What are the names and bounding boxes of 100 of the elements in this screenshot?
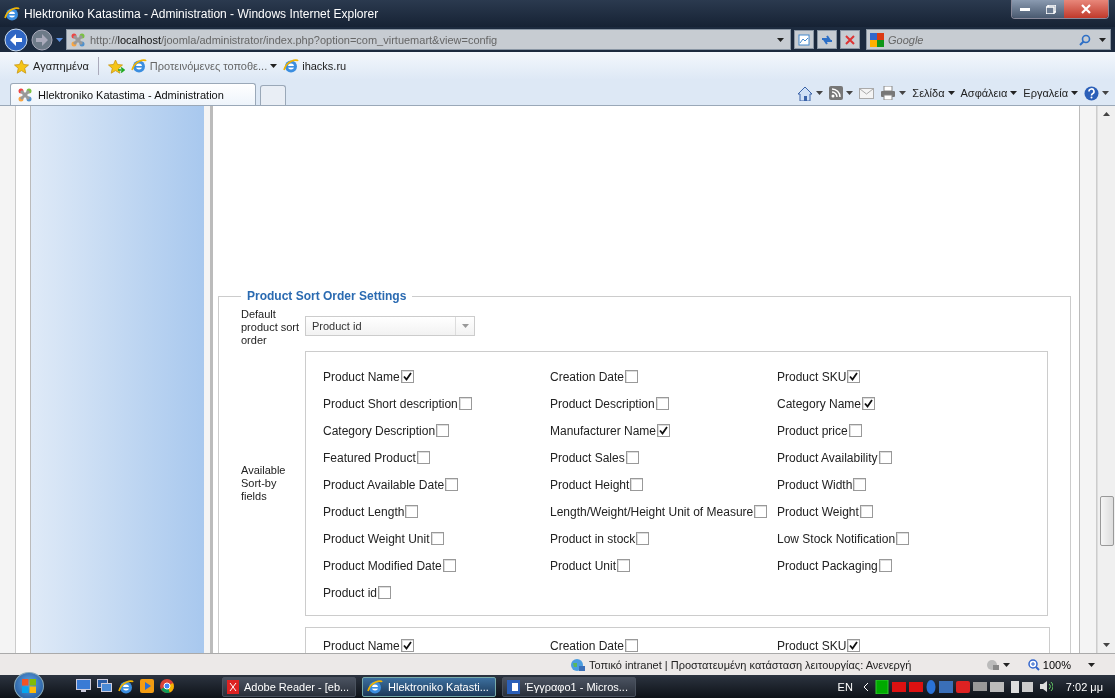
field-label: Length/Weight/Height Unit of Measure	[550, 504, 754, 519]
section-legend: Product Sort Order Settings	[241, 289, 413, 303]
favorites-button[interactable]: Αγαπημένα	[14, 58, 89, 74]
taskbar-window-button[interactable]: Adobe Reader - [eb...	[222, 676, 356, 697]
language-indicator[interactable]: EN	[837, 680, 853, 693]
taskbar-window-button[interactable]: Έγγραφο1 - Micros...	[502, 676, 636, 697]
help-button[interactable]	[1084, 85, 1109, 101]
zoom-button[interactable]: 100%	[1021, 658, 1115, 671]
field-label: Product Sales	[550, 450, 625, 465]
caret-icon[interactable]	[1102, 91, 1109, 95]
checkbox[interactable]	[896, 532, 910, 545]
checkbox[interactable]	[436, 424, 450, 437]
field-label: Available Sort-by fields	[241, 464, 287, 503]
checkbox[interactable]	[400, 639, 414, 652]
checkbox[interactable]	[630, 478, 644, 491]
checkbox[interactable]	[657, 424, 671, 437]
checkbox[interactable]	[862, 397, 876, 410]
switch-windows-button[interactable]	[97, 678, 112, 695]
minimize-button[interactable]	[1012, 0, 1038, 18]
caret-icon[interactable]	[1071, 91, 1078, 95]
checkbox[interactable]	[853, 478, 867, 491]
feed-icon	[829, 86, 844, 100]
caret-icon[interactable]	[816, 91, 824, 95]
media-player-button[interactable]	[140, 678, 154, 695]
speaker-icon[interactable]	[1038, 680, 1053, 693]
chevron-left-icon[interactable]	[863, 682, 869, 691]
home-button[interactable]	[797, 85, 824, 101]
checkbox[interactable]	[405, 505, 419, 518]
browser-launch-button[interactable]	[118, 678, 134, 695]
toolbar-menu[interactable]: Σελίδα	[912, 87, 955, 99]
caret-icon[interactable]	[270, 64, 278, 68]
checkbox[interactable]	[445, 478, 459, 491]
stop-button[interactable]	[840, 30, 860, 49]
caret-icon[interactable]	[947, 91, 955, 95]
browser-tab[interactable]: Hlektroniko Katastima - Administration	[10, 83, 256, 105]
word-document-icon	[507, 679, 520, 694]
field-label: Product SKU	[777, 369, 847, 384]
forward-button[interactable]	[31, 28, 53, 51]
checkbox[interactable]	[754, 505, 768, 518]
checkbox[interactable]	[878, 559, 892, 572]
show-desktop-button[interactable]	[76, 678, 91, 695]
scroll-down-icon[interactable]	[1103, 643, 1110, 647]
field-label: Manufacturer Name	[550, 423, 657, 438]
back-button[interactable]	[4, 27, 28, 52]
checkbox[interactable]	[416, 451, 430, 464]
scrollbar[interactable]	[1097, 106, 1115, 653]
caret-icon[interactable]	[1099, 37, 1106, 42]
compatibility-view-button[interactable]	[794, 30, 814, 49]
feeds-button[interactable]	[829, 86, 854, 100]
checkbox[interactable]	[430, 532, 444, 545]
caret-icon[interactable]	[1010, 91, 1018, 95]
caret-icon[interactable]	[777, 37, 784, 42]
field-label: Product id	[323, 585, 378, 600]
caret-icon[interactable]	[846, 91, 854, 95]
browser-e-icon	[118, 678, 134, 695]
checkbox[interactable]	[655, 397, 669, 410]
checkbox[interactable]	[878, 451, 892, 464]
help-icon	[1084, 85, 1099, 101]
restore-button[interactable]	[1038, 0, 1064, 18]
checkbox[interactable]	[625, 451, 639, 464]
checkbox[interactable]	[442, 559, 456, 572]
checkbox[interactable]	[400, 370, 414, 383]
address-field[interactable]: http://localhost/joomla/administrator/index.php?option=com_virtuemart&view=config	[66, 29, 791, 50]
sort-order-dropdown[interactable]: Product id	[305, 316, 475, 336]
search-icon[interactable]	[1079, 33, 1091, 46]
refresh-button[interactable]	[817, 30, 837, 49]
print-button[interactable]	[880, 86, 907, 100]
scrollbar-thumb[interactable]	[1100, 496, 1114, 546]
field-label: Product Name	[323, 638, 400, 653]
field-label: Product Height	[550, 477, 630, 492]
checkbox[interactable]	[625, 639, 639, 652]
caret-icon[interactable]	[1002, 662, 1010, 667]
field-label: Product Availability	[777, 450, 878, 465]
add-to-favorites-button[interactable]	[107, 58, 125, 74]
checkbox[interactable]	[847, 370, 861, 383]
checkbox[interactable]	[859, 505, 873, 518]
checkbox[interactable]	[458, 397, 472, 410]
taskbar-window-button[interactable]: Hlektroniko Katasti...	[362, 676, 496, 697]
checkbox[interactable]	[617, 559, 631, 572]
chrome-launch-button[interactable]	[160, 678, 174, 695]
toolbar-menu[interactable]: Εργαλεία	[1023, 87, 1078, 99]
checkbox[interactable]	[848, 424, 862, 437]
checkbox[interactable]	[378, 586, 392, 599]
close-button[interactable]	[1064, 0, 1108, 18]
browser-e-icon	[4, 5, 20, 22]
scroll-up-icon[interactable]	[1103, 112, 1110, 116]
restore-icon	[1046, 4, 1056, 14]
caret-icon[interactable]	[899, 91, 907, 95]
checkbox[interactable]	[847, 639, 861, 652]
clock-text[interactable]: 7:02 μμ	[1065, 680, 1103, 693]
favorites-link[interactable]: ihacks.ru	[283, 58, 347, 74]
start-button[interactable]	[14, 672, 44, 698]
field-label: Product Unit	[550, 558, 617, 573]
play-icon	[140, 678, 154, 693]
favorites-link[interactable]: Προτεινόμενες τοποθε...	[130, 58, 278, 74]
checkbox[interactable]	[625, 370, 639, 383]
toolbar-menu[interactable]: Ασφάλεια	[960, 87, 1018, 99]
checkbox[interactable]	[636, 532, 650, 545]
search-field[interactable]: Google	[866, 29, 1111, 50]
caret-icon[interactable]	[1088, 662, 1095, 667]
